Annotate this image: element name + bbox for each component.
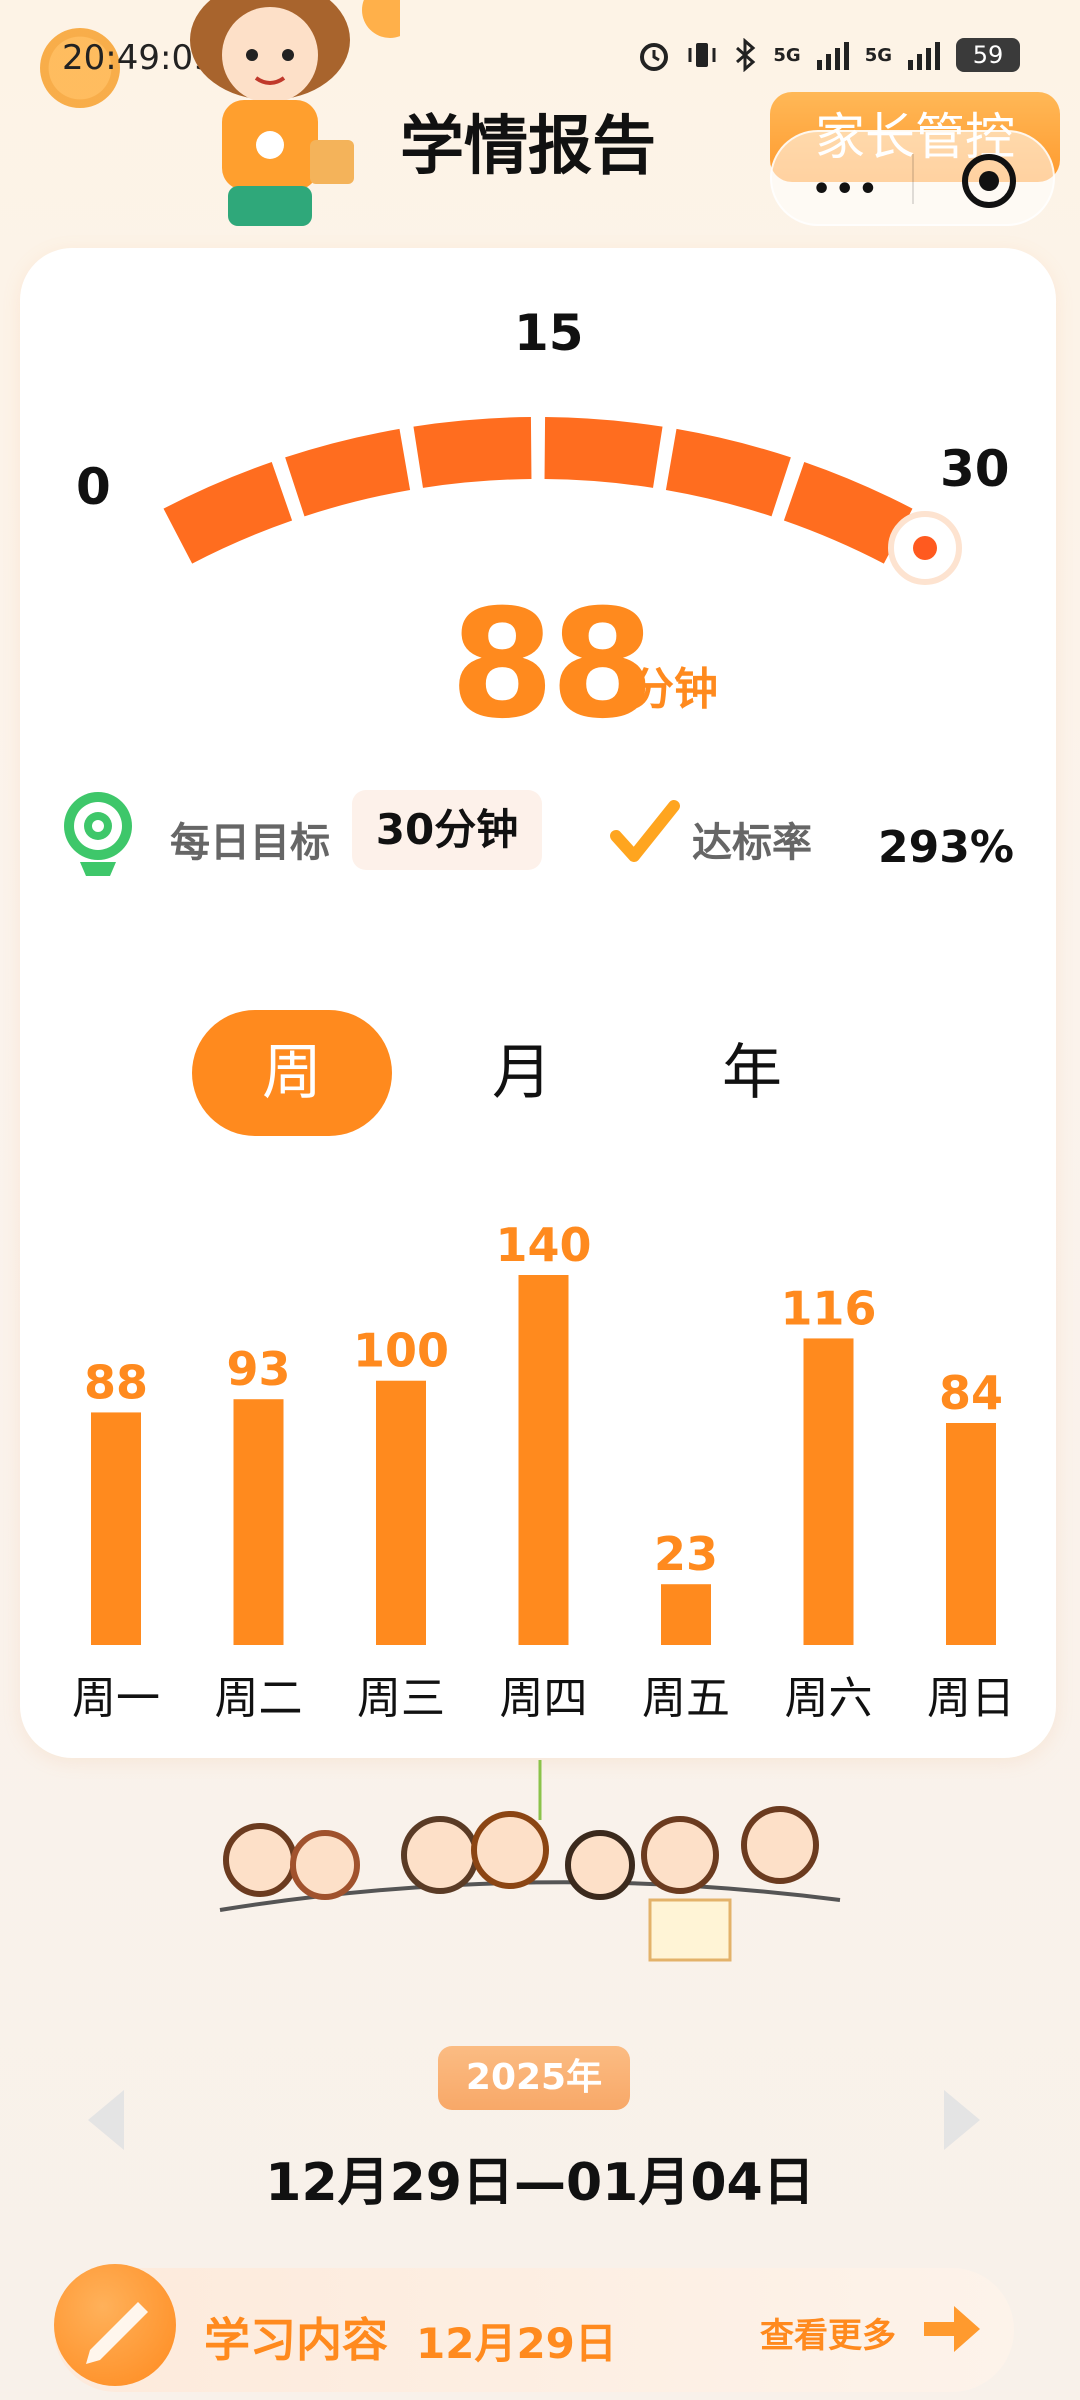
see-more-link[interactable]: 查看更多 bbox=[760, 2308, 896, 2357]
bar-category-label: 周一 bbox=[72, 1673, 160, 1724]
signal-label-2: 5G bbox=[864, 44, 892, 66]
bar-value-label: 140 bbox=[495, 1218, 591, 1272]
study-content-bar[interactable]: 学习内容 12月29日 查看更多 bbox=[54, 2264, 1014, 2392]
signal-label-1: 5G bbox=[773, 44, 801, 66]
capsule-divider bbox=[912, 154, 914, 204]
bar-category-label: 周日 bbox=[927, 1673, 1015, 1724]
signal-icon-2 bbox=[908, 42, 940, 70]
status-indicators: 5G 5G 59 bbox=[637, 38, 1020, 72]
arrow-right-icon[interactable] bbox=[916, 2294, 986, 2364]
date-range: 12月29日—01月04日 bbox=[265, 2153, 815, 2213]
bar-category-label: 周二 bbox=[215, 1673, 303, 1724]
bar-value-label: 116 bbox=[780, 1281, 876, 1335]
bar-3 bbox=[518, 1275, 569, 1645]
study-content-date: 12月29日 bbox=[416, 2319, 617, 2368]
bar-category-label: 周六 bbox=[785, 1673, 873, 1724]
bar-value-label: 93 bbox=[226, 1342, 290, 1396]
bar-category-label: 周五 bbox=[642, 1673, 730, 1724]
bar-2 bbox=[376, 1380, 426, 1645]
signal-icon-1 bbox=[816, 42, 849, 70]
bar-5 bbox=[803, 1338, 854, 1645]
bluetooth-icon bbox=[736, 38, 756, 72]
bar-category-label: 周四 bbox=[500, 1673, 588, 1724]
bar-value-label: 23 bbox=[654, 1527, 718, 1581]
close-mini-program-icon[interactable] bbox=[962, 154, 1016, 208]
bar-0 bbox=[91, 1412, 141, 1645]
alarm-icon bbox=[640, 43, 669, 71]
battery-icon: 59 bbox=[956, 38, 1020, 72]
bar-4 bbox=[661, 1584, 711, 1645]
bar-value-label: 88 bbox=[84, 1355, 148, 1409]
bar-category-label: 周三 bbox=[357, 1673, 445, 1724]
bar-value-label: 84 bbox=[939, 1366, 1003, 1420]
kids-illustration bbox=[219, 1760, 841, 1962]
girl-illustration bbox=[190, 0, 400, 226]
report-card: 0 15 30 88 分钟 每日目标 30分钟 达标率 293% 周 月 年 8… bbox=[20, 248, 1056, 1758]
more-menu-button[interactable]: ••• bbox=[812, 172, 882, 207]
weekly-bar-chart: 88 周一 93 周二 100 周三 140 周四 23 周五 116 周六 84 周日 bbox=[72, 1218, 1015, 1724]
mini-program-capsule: ••• bbox=[770, 130, 1055, 226]
year-badge: 2025年 bbox=[438, 2046, 630, 2110]
study-content-title: 学习内容 bbox=[204, 2313, 388, 2367]
pencil-icon bbox=[54, 2264, 176, 2386]
bar-6 bbox=[946, 1423, 996, 1645]
bar-value-label: 100 bbox=[353, 1324, 449, 1378]
page-title: 学情报告 bbox=[400, 110, 656, 184]
vibrate-icon bbox=[688, 43, 716, 67]
bar-1 bbox=[233, 1399, 284, 1645]
